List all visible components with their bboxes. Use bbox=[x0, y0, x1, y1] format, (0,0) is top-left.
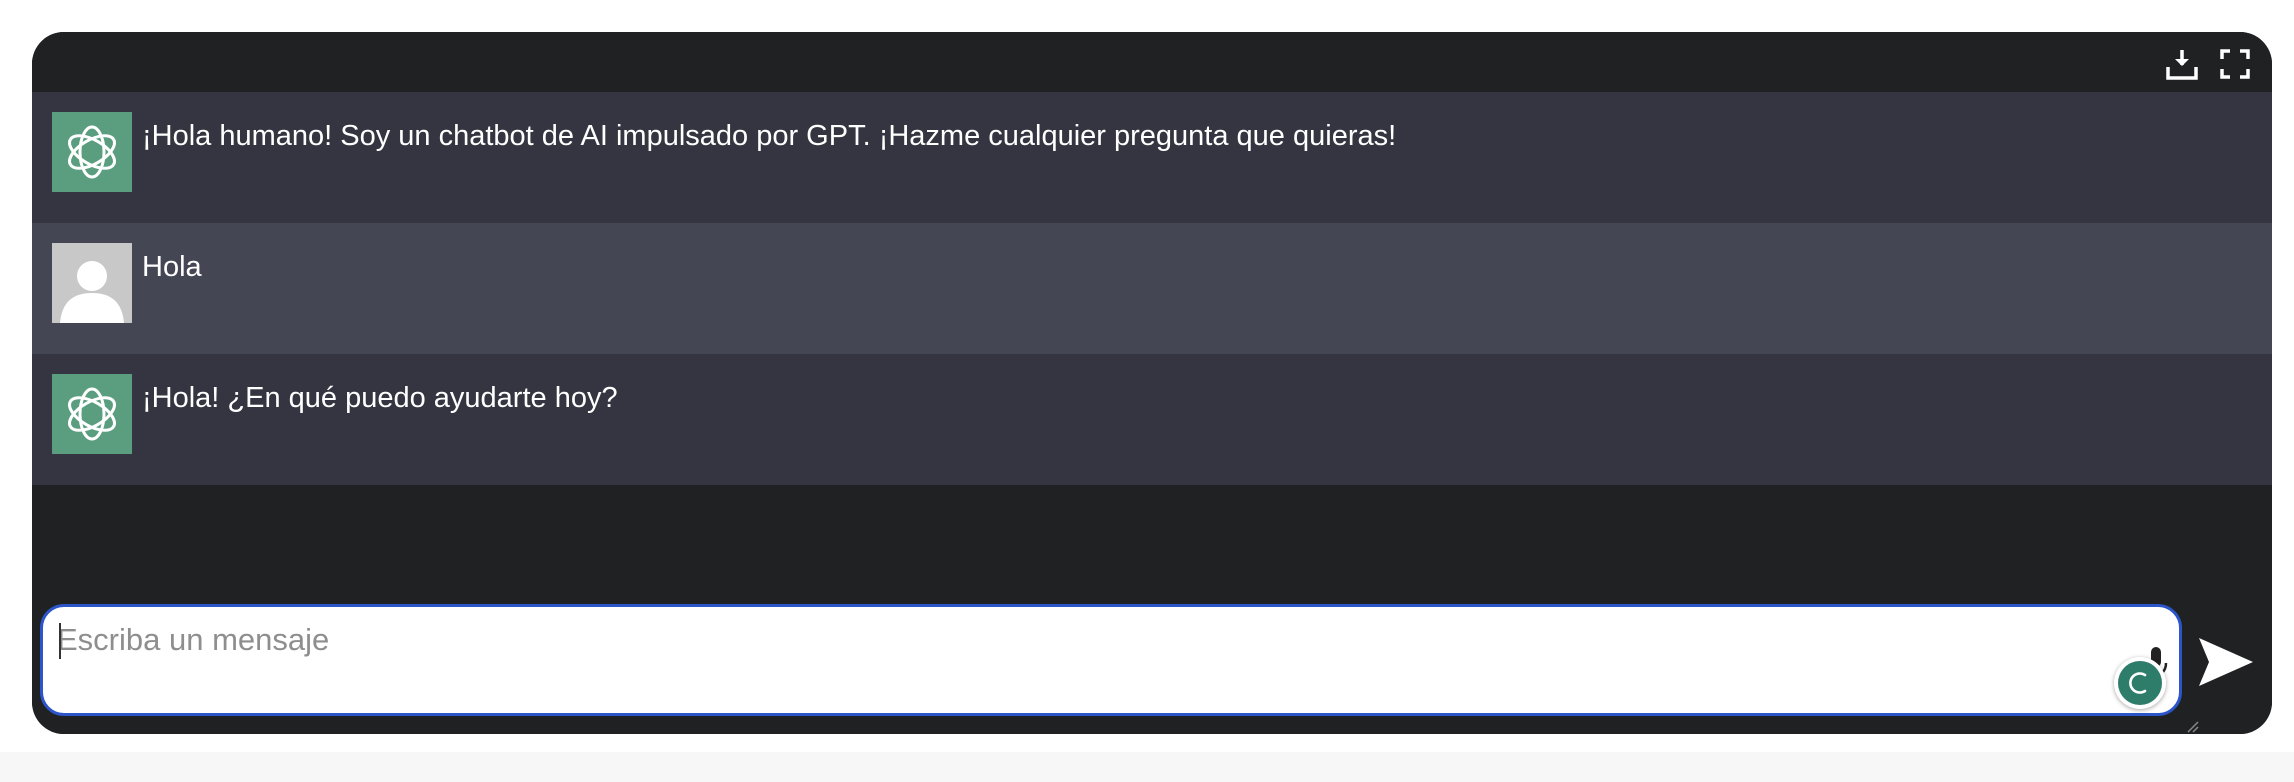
message-list: ¡Hola humano! Soy un chatbot de AI impul… bbox=[32, 92, 2272, 485]
bot-message: ¡Hola! ¿En qué puedo ayudarte hoy? bbox=[32, 354, 2272, 485]
page-footer-band bbox=[0, 752, 2294, 782]
bot-avatar bbox=[52, 112, 132, 192]
download-icon bbox=[2166, 50, 2198, 80]
text-caret bbox=[59, 623, 61, 659]
openai-logo-icon bbox=[68, 387, 116, 441]
composer-area bbox=[32, 594, 2272, 734]
grammar-assistant-icon bbox=[2118, 661, 2162, 705]
message-text: ¡Hola humano! Soy un chatbot de AI impul… bbox=[142, 120, 1397, 152]
fullscreen-button[interactable] bbox=[2215, 44, 2255, 84]
download-button[interactable] bbox=[2162, 44, 2202, 84]
message-text: Hola bbox=[142, 251, 202, 283]
fullscreen-icon bbox=[2220, 49, 2250, 79]
message-input-box[interactable] bbox=[40, 604, 2199, 733]
grammar-assistant-button[interactable] bbox=[2114, 657, 2166, 709]
user-silhouette-icon bbox=[60, 261, 124, 323]
bot-avatar bbox=[52, 374, 132, 454]
send-icon bbox=[2199, 638, 2253, 686]
chat-toolbar bbox=[32, 32, 2272, 92]
send-button[interactable] bbox=[2195, 634, 2257, 690]
user-avatar bbox=[52, 243, 132, 323]
message-input[interactable] bbox=[57, 621, 2097, 691]
openai-logo-icon bbox=[68, 125, 116, 179]
user-message: Hola bbox=[32, 223, 2272, 354]
resize-handle-icon[interactable] bbox=[2185, 719, 2199, 733]
bot-message: ¡Hola humano! Soy un chatbot de AI impul… bbox=[32, 92, 2272, 223]
message-text: ¡Hola! ¿En qué puedo ayudarte hoy? bbox=[142, 382, 618, 414]
chat-window: ¡Hola humano! Soy un chatbot de AI impul… bbox=[32, 32, 2272, 734]
